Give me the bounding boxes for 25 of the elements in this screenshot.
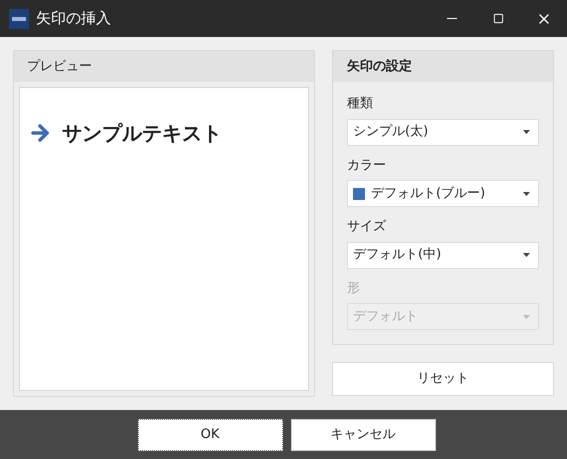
dialog-button[interactable]: OK [138,418,282,450]
caret-icon [523,314,530,318]
app-logo-icon [9,8,29,28]
field-label: カラー [347,156,387,174]
window-title: 矢印の挿入 [36,8,111,30]
caret-icon [523,192,530,196]
dropdown-value: シンプル(太) [353,123,428,142]
dropdown[interactable]: デフォルト(中) [347,242,539,268]
dropdown-value: デフォルト(中) [353,246,442,264]
reset-button[interactable]: リセット [332,362,554,396]
dialog-button[interactable]: キャンセル [290,418,436,450]
preview-header: プレビュー [14,51,314,82]
dropdown[interactable]: シンプル(太) [347,118,539,146]
field-label: サイズ [347,218,387,236]
sample-text: サンプルテキスト [62,120,222,147]
minimize-icon [447,18,457,19]
dropdown-value: デフォルト [353,308,418,326]
caret-icon [523,130,530,134]
field-label: 種類 [347,95,374,113]
dropdown[interactable]: デフォルト(ブルー) [347,180,539,207]
maximize-icon [492,13,504,24]
caret-icon [523,253,530,257]
field-label: 形 [347,280,361,298]
dropdown-value: デフォルト(ブルー) [371,184,486,203]
settings-header: 矢印の設定 [333,51,553,82]
